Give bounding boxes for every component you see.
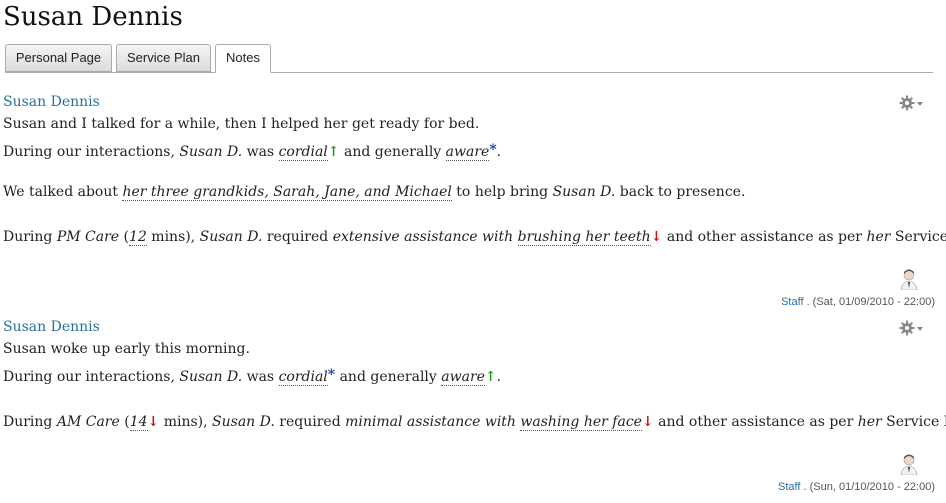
text-segment: and other assistance as per	[653, 414, 858, 430]
text-segment: to help bring	[451, 184, 553, 200]
note-intro: Susan woke up early this morning.	[3, 341, 250, 357]
text-segment	[513, 229, 517, 245]
note-care-line: During AM Care (14↓ mins), Susan D. requ…	[3, 414, 946, 431]
up-arrow-icon: ↑	[484, 369, 497, 385]
text-segment: mins),	[146, 229, 200, 245]
care-type: AM Care	[56, 414, 120, 430]
gear-icon[interactable]	[899, 319, 925, 337]
up-arrow-icon: ↑	[327, 144, 340, 160]
tab-personal-page[interactable]: Personal Page	[5, 44, 112, 72]
text-segment: her	[857, 414, 882, 430]
note-interaction-line: During our interactions, Susan D. was co…	[3, 367, 502, 386]
care-minutes[interactable]: 14	[129, 414, 148, 431]
text-segment: Service Plan.	[886, 414, 946, 430]
text-segment: We talked about	[3, 184, 123, 200]
down-arrow-icon: ↓	[650, 229, 663, 245]
topic-link[interactable]: her three grandkids, Sarah, Jane, and Mi…	[122, 184, 452, 201]
trait-cordial[interactable]: cordial	[278, 144, 328, 161]
text-segment: .	[496, 369, 502, 385]
note-item: Susan Dennis Susan and I talked for a wh…	[3, 94, 946, 314]
text-segment: mins),	[159, 414, 213, 430]
staff-link[interactable]: Staff	[778, 481, 800, 493]
text-segment: was	[242, 144, 279, 160]
text-segment: and generally	[335, 369, 442, 385]
care-task[interactable]: brushing her teeth	[517, 229, 651, 246]
subject-name: Susan D.	[212, 414, 275, 430]
subject-name: Susan D.	[552, 184, 616, 200]
subject-name: Susan D.	[199, 229, 263, 245]
trait-aware[interactable]: aware	[441, 369, 485, 386]
assistance-level: extensive assistance with	[332, 229, 514, 245]
text-segment: back to presence.	[615, 184, 746, 200]
assistance-level: minimal assistance with	[345, 414, 516, 430]
care-minutes[interactable]: 12	[129, 229, 147, 246]
tab-service-plan[interactable]: Service Plan	[116, 44, 211, 72]
user-avatar-icon	[899, 268, 919, 291]
text-segment: During	[3, 229, 57, 245]
user-avatar-icon	[899, 453, 919, 476]
down-arrow-icon: ↓	[641, 414, 654, 430]
down-arrow-icon: ↓	[147, 414, 160, 430]
staff-link[interactable]: Staff	[781, 296, 803, 308]
tab-notes[interactable]: Notes	[215, 44, 271, 73]
text-segment: During our interactions,	[3, 369, 180, 385]
trait-cordial[interactable]: cordial	[278, 369, 328, 386]
text-segment: (	[119, 229, 130, 245]
text-segment: During	[3, 414, 57, 430]
gear-icon[interactable]	[899, 94, 925, 112]
note-timestamp: . (Sun, 01/10/2010 - 22:00)	[800, 481, 936, 493]
subject-name: Susan D.	[179, 369, 243, 385]
note-care-line: During PM Care (12 mins), Susan D. requi…	[3, 229, 946, 246]
note-timestamp: . (Sat, 01/09/2010 - 22:00)	[803, 296, 935, 308]
text-segment: was	[242, 369, 279, 385]
text-segment: and other assistance as per	[662, 229, 867, 245]
note-item: Susan Dennis Susan woke up early this mo…	[3, 319, 946, 503]
star-icon: *	[489, 142, 497, 158]
text-segment: .	[496, 144, 502, 160]
note-intro: Susan and I talked for a while, then I h…	[3, 116, 480, 132]
chevron-down-icon	[917, 102, 923, 106]
subject-name: Susan D.	[179, 144, 243, 160]
text-segment: and generally	[339, 144, 446, 160]
tab-bar: Personal Page Service Plan Notes	[5, 44, 933, 73]
note-topic-line: We talked about her three grandkids, Sar…	[3, 184, 746, 201]
text-segment: Service Plan.	[894, 229, 946, 245]
note-author-link[interactable]: Susan Dennis	[3, 319, 100, 335]
care-type: PM Care	[56, 229, 120, 245]
text-segment: required	[262, 229, 333, 245]
text-segment: During our interactions,	[3, 144, 180, 160]
chevron-down-icon	[917, 327, 923, 331]
page-title: Susan Dennis	[3, 2, 183, 32]
note-meta: Staff . (Sat, 01/09/2010 - 22:00)	[781, 296, 935, 308]
text-segment: required	[274, 414, 346, 430]
care-task[interactable]: washing her face	[520, 414, 642, 431]
note-author-link[interactable]: Susan Dennis	[3, 94, 100, 110]
trait-aware[interactable]: aware	[445, 144, 490, 161]
note-meta: Staff . (Sun, 01/10/2010 - 22:00)	[778, 481, 935, 493]
note-interaction-line: During our interactions, Susan D. was co…	[3, 142, 502, 161]
text-segment: (	[119, 414, 130, 430]
text-segment: her	[866, 229, 891, 245]
